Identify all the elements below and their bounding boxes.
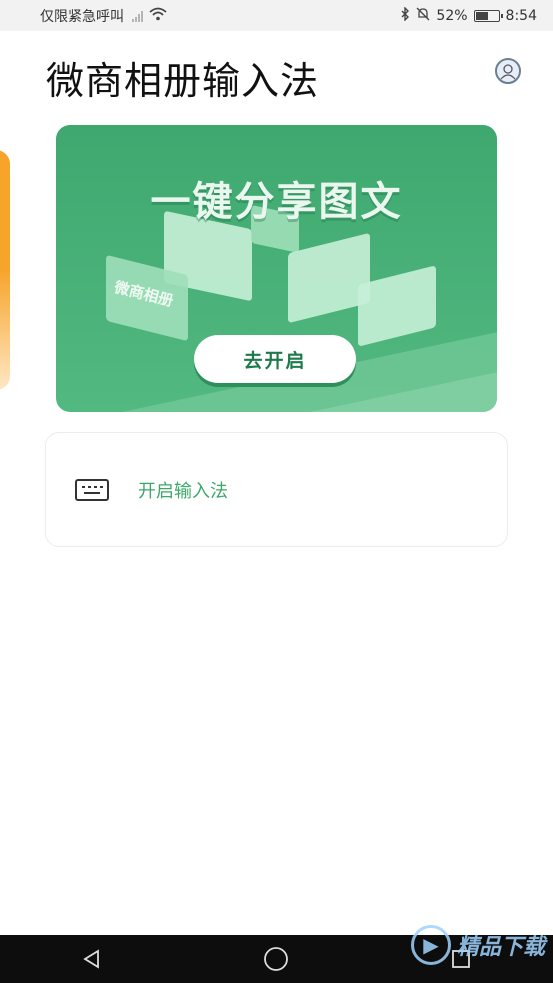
status-bar: 仅限紧急呼叫 52% 8:54: [0, 0, 553, 31]
clock: 8:54: [505, 7, 537, 24]
watermark-logo-icon: ▶: [410, 925, 451, 965]
banner-title: 一键分享图文: [150, 179, 403, 225]
status-right: 52% 8:54: [400, 5, 537, 25]
back-icon[interactable]: [72, 939, 112, 979]
battery-icon: [473, 9, 503, 22]
battery-percent: 52%: [436, 7, 468, 24]
home-icon[interactable]: [256, 939, 296, 979]
mute-icon: [416, 7, 430, 25]
app-screen: 仅限紧急呼叫 52% 8:54 微商相册输入法 一键分享图文 微商相册 去开启 …: [0, 0, 553, 983]
sim-icon: [132, 10, 143, 22]
enable-ime-card[interactable]: 开启输入法: [45, 432, 508, 547]
bluetooth-icon: [400, 5, 410, 25]
page-title: 微商相册输入法: [46, 59, 320, 103]
share-banner[interactable]: 一键分享图文 微商相册 去开启: [56, 125, 497, 412]
carousel-prev-card[interactable]: [0, 150, 10, 390]
keyboard-icon: [74, 477, 110, 503]
watermark-text: 精品下载: [456, 935, 545, 960]
avatar-icon[interactable]: [495, 58, 521, 84]
carrier-text: 仅限紧急呼叫: [40, 8, 124, 25]
enable-ime-label: 开启输入法: [138, 480, 228, 502]
watermark: ▶ 精品下载: [410, 925, 545, 965]
wifi-icon: [149, 7, 167, 25]
open-button[interactable]: 去开启: [194, 335, 356, 383]
status-left: 仅限紧急呼叫: [40, 6, 167, 26]
